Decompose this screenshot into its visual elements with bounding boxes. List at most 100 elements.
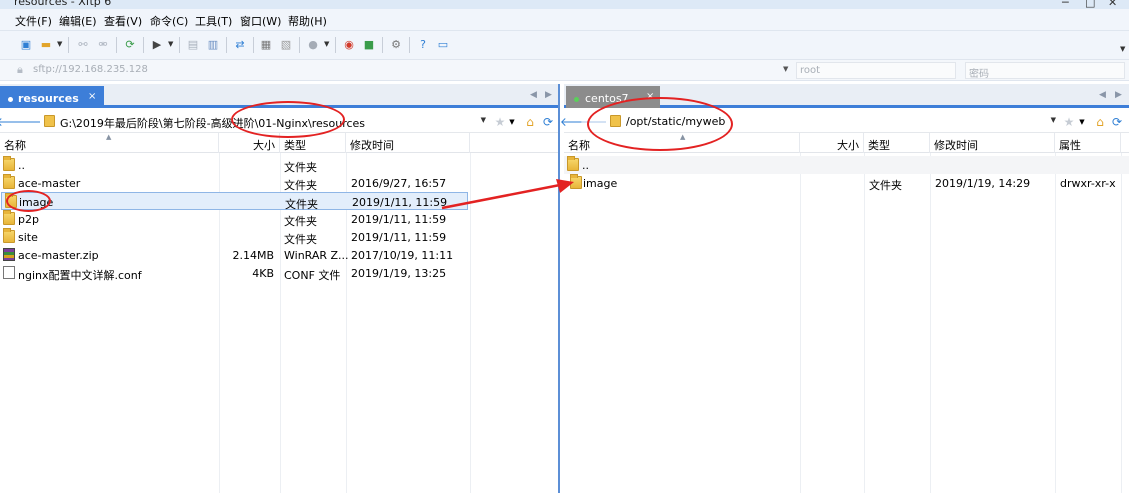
file-date: 2019/1/11, 11:59 — [351, 231, 447, 244]
chevron-down-icon[interactable]: ▼ — [481, 116, 486, 124]
close-icon[interactable]: × — [88, 91, 96, 102]
column-attributes[interactable]: 属性 — [1055, 133, 1121, 153]
refresh-icon[interactable]: ⟳ — [122, 37, 138, 52]
table-row[interactable]: nginx配置中文详解.conf 4KB CONF 文件 2019/1/19, … — [0, 264, 558, 282]
refresh-icon[interactable]: ⟳ — [1110, 114, 1124, 130]
file-type: 文件夹 — [284, 233, 317, 246]
column-modified[interactable]: 修改时间 — [346, 133, 470, 153]
xshell-icon[interactable]: ◉ — [341, 37, 357, 52]
folder-icon — [44, 115, 55, 127]
tab-next-icon[interactable]: ▶ — [1115, 90, 1122, 100]
toolbar-divider — [179, 37, 180, 53]
column-divider — [1121, 153, 1122, 493]
chevron-down-icon[interactable]: ▼ — [168, 40, 173, 48]
close-button[interactable]: ✕ — [1108, 0, 1117, 9]
column-modified[interactable]: 修改时间 — [930, 133, 1055, 153]
connect-icon[interactable]: ⚯ — [75, 37, 91, 52]
upload-icon[interactable]: ▤ — [185, 37, 201, 52]
folder-icon — [3, 228, 15, 243]
table-row[interactable]: ace-master.zip 2.14MB WinRAR Z... 2017/1… — [0, 246, 558, 264]
forward-icon[interactable]: 🡒 — [14, 114, 46, 130]
copy-icon[interactable]: ▧ — [278, 37, 294, 52]
home-folder-icon[interactable]: ⌂ — [523, 114, 537, 130]
chat-icon[interactable]: ▭ — [435, 37, 451, 52]
minimize-button[interactable]: ─ — [1062, 0, 1069, 9]
tab-resources[interactable]: resources × — [0, 86, 104, 108]
file-name: image — [583, 177, 618, 190]
menu-tools[interactable]: 工具(T) — [195, 13, 232, 29]
file-date: 2017/10/19, 11:11 — [351, 249, 454, 262]
star-icon[interactable]: ★ — [1062, 114, 1076, 130]
password-input[interactable]: 密码 — [965, 62, 1125, 80]
annotation-circle-remote-path — [587, 97, 733, 151]
toolbar-divider — [253, 37, 254, 53]
file-name: ace-master — [18, 177, 81, 190]
help-icon[interactable]: ? — [415, 37, 431, 52]
chevron-down-icon[interactable]: ▼ — [1120, 45, 1125, 53]
local-panel: resources × ◀ ▶ 🡐 🡒 G:\2019年最后阶段\第七阶段-高级… — [0, 84, 560, 493]
toolbar-divider — [116, 37, 117, 53]
table-row[interactable]: site 文件夹 2019/1/11, 11:59 — [0, 228, 558, 246]
table-row[interactable]: image 文件夹 2019/1/19, 14:29 drwxr-xr-x — [564, 174, 1129, 192]
refresh-icon[interactable]: ⟳ — [541, 114, 555, 130]
terminal-icon[interactable]: ▶ — [149, 37, 165, 52]
menu-edit[interactable]: 编辑(E) — [59, 13, 97, 29]
chevron-down-icon[interactable]: ▼ — [1078, 114, 1086, 130]
xftp-icon[interactable]: ■ — [361, 37, 377, 52]
file-type: CONF 文件 — [284, 269, 341, 282]
folder-icon — [3, 174, 15, 189]
file-type: 文件夹 — [284, 161, 317, 174]
chevron-down-icon[interactable]: ▼ — [508, 114, 516, 130]
column-divider — [930, 153, 931, 493]
column-divider — [800, 153, 801, 493]
disconnect-icon[interactable]: ⚮ — [95, 37, 111, 52]
table-row-selected[interactable]: image 文件夹 2019/1/11, 11:59 — [1, 192, 468, 211]
menu-view[interactable]: 查看(V) — [104, 13, 142, 29]
menu-help[interactable]: 帮助(H) — [288, 13, 327, 29]
file-name: .. — [582, 159, 589, 172]
column-name[interactable]: 名称 — [0, 133, 219, 153]
download-icon[interactable]: ▥ — [205, 37, 221, 52]
new-session-icon[interactable]: ▣ — [18, 37, 34, 52]
chevron-down-icon[interactable]: ▼ — [783, 65, 788, 73]
file-name: .. — [18, 159, 25, 172]
column-divider — [864, 153, 865, 493]
sync-icon[interactable]: ⇄ — [232, 37, 248, 52]
file-date: 2016/9/27, 16:57 — [351, 177, 447, 190]
record-icon[interactable]: ● — [305, 37, 321, 52]
tab-label: resources — [18, 92, 79, 105]
connected-status-icon — [574, 96, 579, 102]
toolbar-divider — [226, 37, 227, 53]
maximize-button[interactable]: □ — [1085, 0, 1095, 9]
home-folder-icon[interactable]: ⌂ — [1093, 114, 1107, 130]
file-type: 文件夹 — [284, 179, 317, 192]
gear-icon[interactable]: ⚙ — [388, 37, 404, 52]
menu-file[interactable]: 文件(F) — [15, 13, 52, 29]
toolbar-divider — [409, 37, 410, 53]
file-size: 4KB — [252, 267, 274, 280]
properties-icon[interactable]: ▦ — [258, 37, 274, 52]
table-row[interactable]: .. — [564, 156, 1129, 174]
toolbar-divider — [335, 37, 336, 53]
user-input[interactable]: root — [796, 62, 956, 79]
tab-prev-icon[interactable]: ◀ — [1099, 90, 1106, 100]
menu-command[interactable]: 命令(C) — [150, 13, 188, 29]
open-folder-icon[interactable]: ▬ — [38, 37, 54, 52]
chevron-down-icon[interactable]: ▼ — [324, 40, 329, 48]
host-input[interactable]: sftp://192.168.235.128 — [30, 62, 792, 79]
file-date: 2019/1/19, 14:29 — [935, 177, 1031, 190]
chevron-down-icon[interactable]: ▼ — [57, 40, 62, 48]
tab-next-icon[interactable]: ▶ — [545, 90, 552, 100]
chevron-down-icon[interactable]: ▼ — [1051, 116, 1056, 124]
file-name: p2p — [18, 213, 39, 226]
tab-prev-icon[interactable]: ◀ — [530, 90, 537, 100]
column-type[interactable]: 类型 — [864, 133, 930, 153]
tab-status-icon — [8, 96, 13, 102]
menu-window[interactable]: 窗口(W) — [240, 13, 281, 29]
file-date: 2019/1/11, 11:59 — [351, 213, 447, 226]
column-size[interactable]: 大小 — [800, 133, 864, 153]
star-icon[interactable]: ★ — [493, 114, 507, 130]
file-date: 2019/1/19, 13:25 — [351, 267, 447, 280]
file-attributes: drwxr-xr-x — [1060, 177, 1116, 190]
table-row[interactable]: .. 文件夹 — [0, 156, 558, 174]
